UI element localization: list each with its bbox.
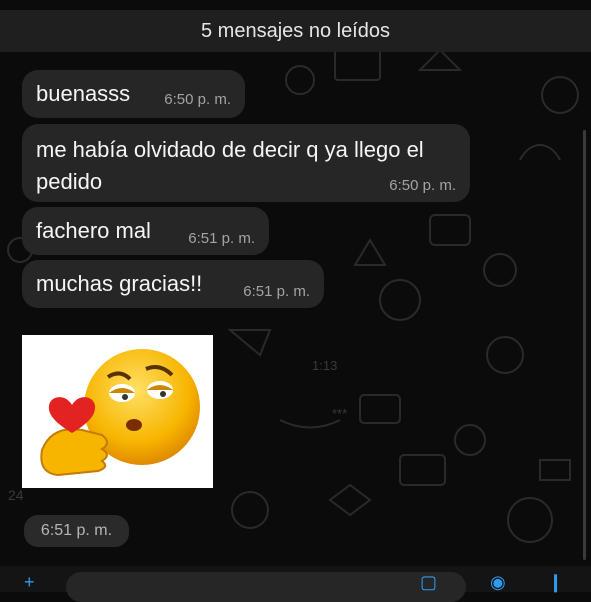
- camera-icon[interactable]: ◉: [490, 572, 506, 593]
- message-bubble[interactable]: me había olvidado de decir q ya llego el…: [22, 124, 470, 202]
- sticker-icon[interactable]: ▢: [420, 572, 437, 593]
- plus-icon[interactable]: +: [24, 572, 35, 593]
- doodle-clock-text: 1:13: [312, 358, 337, 373]
- message-time: 6:51 p. m.: [243, 283, 310, 300]
- unread-messages-banner: 5 mensajes no leídos: [0, 10, 591, 52]
- kissing-emoji-sticker[interactable]: [22, 335, 213, 488]
- kissing-emoji-icon: [40, 349, 200, 477]
- message-input[interactable]: [66, 572, 466, 602]
- message-time: 6:50 p. m.: [389, 177, 456, 194]
- sticker-time: 6:51 p. m.: [40, 522, 113, 539]
- unread-messages-label: 5 mensajes no leídos: [200, 19, 390, 42]
- message-bubble[interactable]: muchas gracias!! 6:51 p. m.: [22, 260, 324, 308]
- message-time: 6:50 p. m.: [164, 91, 231, 108]
- scrollbar[interactable]: [583, 130, 586, 560]
- message-bubble[interactable]: buenasss 6:50 p. m.: [22, 70, 245, 118]
- mic-icon[interactable]: ❙: [548, 572, 563, 593]
- doodle-number-text: 24: [8, 487, 24, 503]
- message-text: me había olvidado de decir q ya llego el…: [36, 137, 424, 194]
- sticker-time-chip: 6:51 p. m.: [24, 515, 129, 547]
- doodle-stars-text: ***: [332, 406, 347, 421]
- message-bubble[interactable]: fachero mal 6:51 p. m.: [22, 207, 269, 255]
- message-time: 6:51 p. m.: [188, 230, 255, 247]
